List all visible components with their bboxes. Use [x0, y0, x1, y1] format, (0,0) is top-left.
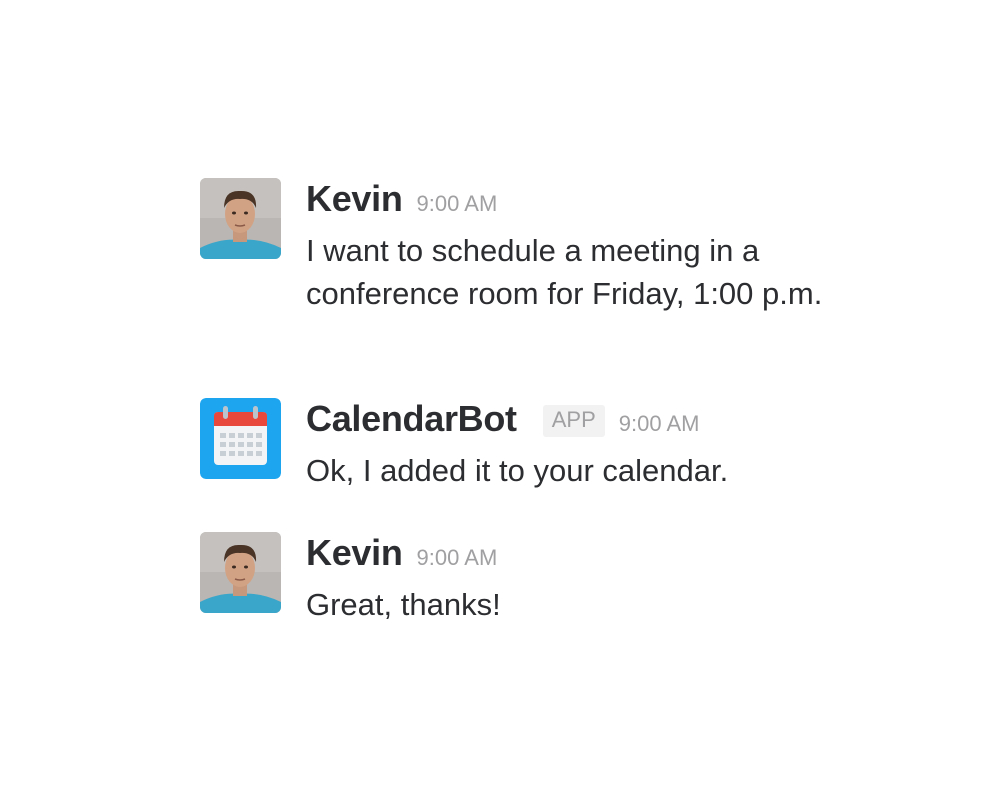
user-avatar-image	[200, 532, 281, 613]
message-timestamp[interactable]: 9:00 AM	[417, 545, 498, 571]
message-timestamp[interactable]: 9:00 AM	[417, 191, 498, 217]
message-header: Kevin 9:00 AM	[306, 178, 866, 220]
avatar[interactable]	[200, 532, 281, 613]
sender-name[interactable]: Kevin	[306, 178, 403, 220]
sender-name[interactable]: CalendarBot	[306, 398, 517, 440]
message-text: I want to schedule a meeting in a confer…	[306, 233, 823, 311]
message-header: CalendarBot APP 9:00 AM	[306, 398, 866, 440]
user-avatar-image	[200, 178, 281, 259]
message-content: Kevin 9:00 AM Great, thanks!	[306, 532, 866, 626]
message-content: Kevin 9:00 AM I want to schedule a meeti…	[306, 178, 866, 315]
message-header: Kevin 9:00 AM	[306, 532, 866, 574]
message-text: Great, thanks!	[306, 587, 501, 622]
message-timestamp[interactable]: 9:00 AM	[619, 411, 700, 437]
message-content: CalendarBot APP 9:00 AM Ok, I added it t…	[306, 398, 866, 492]
sender-name[interactable]: Kevin	[306, 532, 403, 574]
message-text: Ok, I added it to your calendar.	[306, 453, 729, 488]
avatar[interactable]	[200, 178, 281, 259]
app-badge: APP	[542, 405, 605, 437]
calendar-icon	[200, 398, 281, 479]
avatar[interactable]	[200, 398, 281, 479]
